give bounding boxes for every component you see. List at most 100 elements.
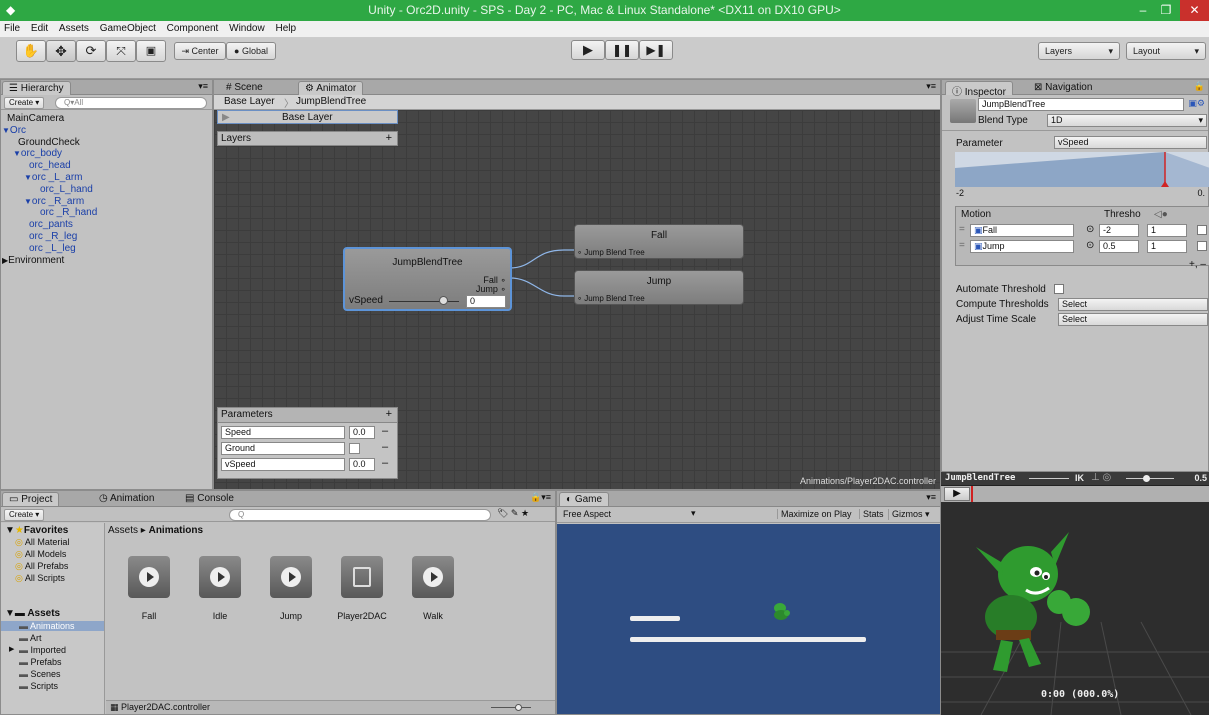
close-button[interactable]: ✕ (1180, 0, 1209, 21)
jumpblendtree-node[interactable]: JumpBlendTree Fall ∘ Jump ∘ vSpeed 0 (343, 247, 512, 311)
tab-game[interactable]: ◐ Game (559, 492, 610, 506)
compute-thresholds-dropdown[interactable]: Select (1058, 298, 1208, 311)
parameter-name-field[interactable]: vSpeed (221, 458, 345, 471)
vspeed-slider-track[interactable] (389, 301, 459, 302)
hierarchy-item[interactable]: orc_head (29, 160, 71, 171)
motion-threshold-field[interactable]: 0.5 (1099, 240, 1139, 253)
play-button[interactable]: ▶ (571, 40, 605, 60)
drag-handle-icon[interactable]: = (959, 224, 965, 235)
project-search-input[interactable]: Q (229, 509, 491, 521)
menu-gameobject[interactable]: GameObject (96, 21, 160, 34)
preview-speed-thumb[interactable] (1143, 475, 1150, 482)
motion-speed-field[interactable]: 1 (1147, 224, 1187, 237)
icon-size-slider[interactable] (491, 707, 531, 708)
mirror-checkbox[interactable] (1197, 225, 1207, 235)
scale-tool-button[interactable]: ⤧ (106, 40, 136, 62)
drag-handle-icon[interactable]: = (959, 240, 965, 251)
chevron-right-icon[interactable]: ▶ (9, 645, 14, 653)
filter-icons[interactable]: 🏷 ✎ ★ (497, 508, 529, 519)
maximize-on-play-toggle[interactable]: Maximize on Play (777, 509, 852, 519)
pivot-center-button[interactable]: ⇥ Center (174, 42, 226, 60)
project-create-button[interactable]: Create ▾ (4, 509, 45, 521)
ik-toggle[interactable]: IK (1075, 473, 1084, 483)
asset-folder-item[interactable]: ▬ Prefabs (1, 657, 104, 667)
chevron-down-icon[interactable]: ▼ (13, 149, 21, 158)
menu-window[interactable]: Window (225, 21, 269, 34)
restore-button[interactable]: ❐ (1156, 0, 1176, 21)
add-parameter-button[interactable]: + (386, 408, 392, 420)
favorite-item[interactable]: ◎ All Prefabs (15, 561, 68, 572)
remove-parameter-button[interactable]: – (382, 425, 388, 437)
tab-navigation[interactable]: ⊠ Navigation (1028, 81, 1098, 95)
hierarchy-item[interactable]: orc _L_leg (29, 243, 76, 254)
hierarchy-create-button[interactable]: Create ▾ (4, 97, 45, 109)
preview-viewport[interactable]: 0:00 (000.0%) (941, 502, 1209, 715)
blend-type-dropdown[interactable]: 1D ▾ (1047, 114, 1207, 127)
move-tool-button[interactable]: ✥ (46, 40, 76, 62)
parameter-value-field[interactable]: 0.0 (349, 426, 375, 439)
parameter-value-field[interactable]: 0.0 (349, 458, 375, 471)
breadcrumb-base-layer[interactable]: Base Layer (224, 96, 275, 107)
tab-animator[interactable]: ⚙ Animator (298, 81, 364, 95)
jump-node[interactable]: Jump ∘ Jump Blend Tree (574, 270, 744, 305)
animation-clip-asset[interactable] (128, 556, 170, 598)
stats-toggle[interactable]: Stats (859, 509, 884, 519)
inspector-name-field[interactable]: JumpBlendTree (978, 98, 1184, 111)
vspeed-value-field[interactable]: 0 (466, 295, 506, 308)
animation-clip-asset[interactable] (412, 556, 454, 598)
vspeed-slider-thumb[interactable] (439, 296, 448, 305)
settings-gear-icon[interactable]: ▣⚙ (1188, 98, 1205, 109)
asset-folder-item[interactable]: ▶ ▬ Imported (1, 645, 104, 655)
lock-icon[interactable]: 🔒 (1194, 81, 1205, 92)
panel-menu-icon[interactable]: ▾≡ (926, 81, 936, 92)
motion-speed-field[interactable]: 1 (1147, 240, 1187, 253)
fall-node[interactable]: Fall ∘ Jump Blend Tree (574, 224, 744, 259)
tab-project[interactable]: ▭ Project (2, 492, 60, 506)
favorite-item[interactable]: ◎ All Scripts (15, 573, 65, 584)
clip-picker-icon[interactable]: ⊙ (1086, 240, 1094, 251)
hierarchy-item[interactable]: orc _R_leg (29, 231, 77, 242)
remove-parameter-button[interactable]: – (382, 441, 388, 453)
breadcrumb-jumpblendtree[interactable]: JumpBlendTree (296, 96, 366, 107)
tab-hierarchy[interactable]: ☰ Hierarchy (2, 81, 71, 95)
parameter-name-field[interactable]: Ground (221, 442, 345, 455)
asset-folder-item[interactable]: ▬ Scenes (1, 669, 104, 679)
hierarchy-item[interactable]: MainCamera (7, 113, 64, 124)
add-remove-motion-buttons[interactable]: +, – (1189, 259, 1206, 270)
pivot-icon[interactable]: ⊥ ◎ (1091, 472, 1111, 483)
animator-controller-asset[interactable] (341, 556, 383, 598)
hierarchy-item[interactable]: orc_pants (29, 219, 73, 230)
step-button[interactable]: ▶❚ (639, 40, 673, 60)
animation-clip-asset[interactable] (270, 556, 312, 598)
rotate-tool-button[interactable]: ⟳ (76, 40, 106, 62)
adjust-time-scale-dropdown[interactable]: Select (1058, 313, 1208, 326)
hierarchy-item[interactable]: orc _R_hand (40, 207, 97, 218)
hierarchy-item[interactable]: ▼orc _L_arm (24, 172, 83, 183)
animation-clip-asset[interactable] (199, 556, 241, 598)
asset-folder-item[interactable]: ▬ Scripts (1, 681, 104, 691)
preview-playhead[interactable] (971, 486, 973, 502)
hierarchy-item[interactable]: orc_L_hand (40, 184, 93, 195)
hierarchy-item[interactable]: ▼Orc (2, 125, 26, 136)
favorites-header[interactable]: ▼★Favorites (5, 525, 68, 536)
menu-help[interactable]: Help (271, 21, 300, 34)
preview-speed-slider[interactable] (1126, 478, 1174, 479)
chevron-down-icon[interactable]: ▼ (24, 173, 32, 182)
motion-clip-field[interactable]: ▣Fall (970, 224, 1074, 237)
icon-size-thumb[interactable] (515, 704, 522, 711)
menu-component[interactable]: Component (163, 21, 223, 34)
pause-button[interactable]: ❚❚ (605, 40, 639, 60)
menu-edit[interactable]: Edit (27, 21, 52, 34)
automate-threshold-checkbox[interactable] (1054, 284, 1064, 294)
menu-file[interactable]: File (0, 21, 24, 34)
assets-header[interactable]: ▼▬ Assets (5, 608, 60, 619)
rect-tool-button[interactable]: ▣ (136, 40, 166, 62)
motion-clip-field[interactable]: ▣Jump (970, 240, 1074, 253)
hierarchy-item[interactable]: ▼orc _R_arm (24, 196, 84, 207)
game-viewport[interactable] (557, 524, 940, 714)
parameter-name-field[interactable]: Speed (221, 426, 345, 439)
clip-picker-icon[interactable]: ⊙ (1086, 224, 1094, 235)
favorite-item[interactable]: ◎ All Material (15, 537, 69, 548)
hierarchy-item[interactable]: ▼orc_body (13, 148, 62, 159)
layout-dropdown[interactable]: Layout ▾ (1126, 42, 1206, 60)
